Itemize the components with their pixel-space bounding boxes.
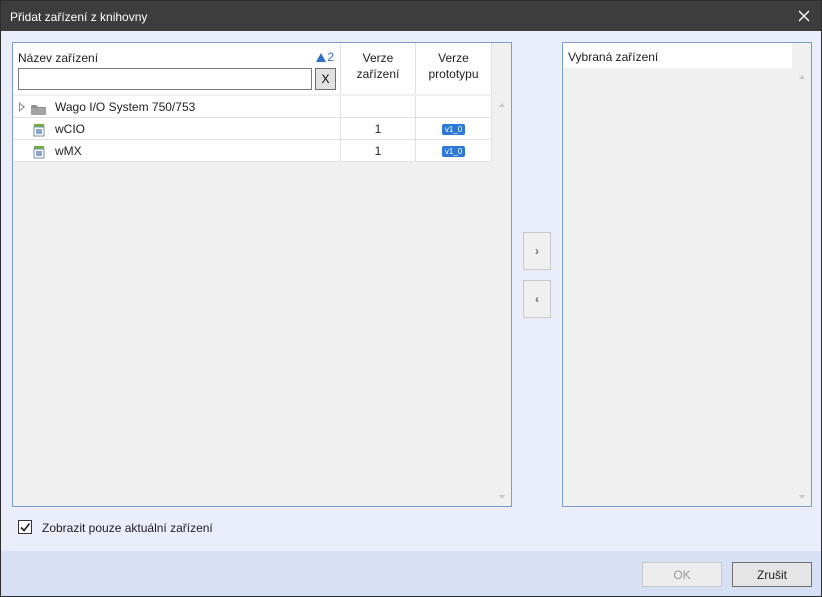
close-icon[interactable] — [793, 5, 815, 27]
cell-name: wMX — [13, 140, 341, 162]
sort-indicator[interactable]: 2 — [316, 50, 334, 64]
device-name: wMX — [55, 144, 82, 158]
column-header-prototype-version[interactable]: Verze prototypu — [416, 43, 492, 94]
add-selected-button[interactable]: › — [523, 232, 551, 270]
scroll-up-arrow-icon[interactable] — [499, 103, 505, 107]
sort-ascending-icon — [316, 53, 327, 62]
ok-button[interactable]: OK — [642, 562, 722, 587]
dialog-footer: OK Zrušit — [1, 551, 821, 596]
column-header-prototype-version-line1: Verze — [438, 51, 469, 65]
device-name: Wago I/O System 750/753 — [55, 100, 196, 114]
device-name: wCIO — [55, 122, 85, 136]
device-library-grid: Název zařízení 2 X Verze zařízení Verze … — [12, 42, 512, 507]
dialog-title: Přidat zařízení z knihovny — [10, 10, 148, 24]
scroll-down-arrow-icon[interactable] — [799, 495, 805, 499]
clear-filter-button[interactable]: X — [315, 68, 336, 90]
prototype-badge: v1_0 — [441, 146, 466, 158]
table-row[interactable]: Wago I/O System 750/753 — [13, 96, 492, 118]
show-current-only-label[interactable]: Zobrazit pouze aktuální zařízení — [42, 521, 213, 535]
prototype-badge: v1_0 — [441, 124, 466, 136]
device-name-filter-input[interactable] — [18, 68, 312, 90]
cell-version: 1 — [341, 140, 416, 162]
cell-prototype: v1_0 — [416, 140, 492, 162]
selected-devices-header: Vybraná zařízení — [563, 43, 792, 68]
header-scroll-gap — [492, 43, 511, 94]
column-header-name-label: Název zařízení — [18, 51, 99, 65]
sort-order-number: 2 — [327, 50, 334, 64]
scroll-up-arrow-icon[interactable] — [799, 75, 805, 79]
column-header-device-version-line2: zařízení — [356, 67, 400, 81]
column-header-name[interactable]: Název zařízení 2 X — [13, 43, 341, 94]
column-header-prototype-version-line2: prototypu — [428, 67, 479, 81]
expand-arrow-icon[interactable] — [19, 102, 25, 112]
cell-version: 1 — [341, 118, 416, 140]
scroll-down-arrow-icon[interactable] — [499, 495, 505, 499]
selected-devices-list: Vybraná zařízení — [562, 42, 812, 507]
show-current-only-checkbox[interactable] — [18, 520, 32, 534]
cell-version — [341, 96, 416, 118]
checkmark-icon — [20, 523, 31, 532]
cell-name: Wago I/O System 750/753 — [13, 96, 341, 118]
cancel-button[interactable]: Zrušit — [732, 562, 812, 587]
cell-prototype — [416, 96, 492, 118]
cell-prototype: v1_0 — [416, 118, 492, 140]
add-device-dialog: Přidat zařízení z knihovny Název zařízen… — [0, 0, 822, 597]
remove-selected-button[interactable]: ‹ — [523, 280, 551, 318]
device-icon — [33, 144, 45, 166]
table-row[interactable]: wMX 1 v1_0 — [13, 140, 492, 162]
column-header-device-version[interactable]: Verze zařízení — [341, 43, 416, 94]
cell-name: wCIO — [13, 118, 341, 140]
title-bar: Přidat zařízení z knihovny — [1, 1, 821, 31]
selected-devices-header-label: Vybraná zařízení — [568, 50, 659, 64]
table-row[interactable]: wCIO 1 v1_0 — [13, 118, 492, 140]
dialog-content: Název zařízení 2 X Verze zařízení Verze … — [1, 31, 821, 551]
column-header-device-version-line1: Verze — [362, 51, 394, 65]
